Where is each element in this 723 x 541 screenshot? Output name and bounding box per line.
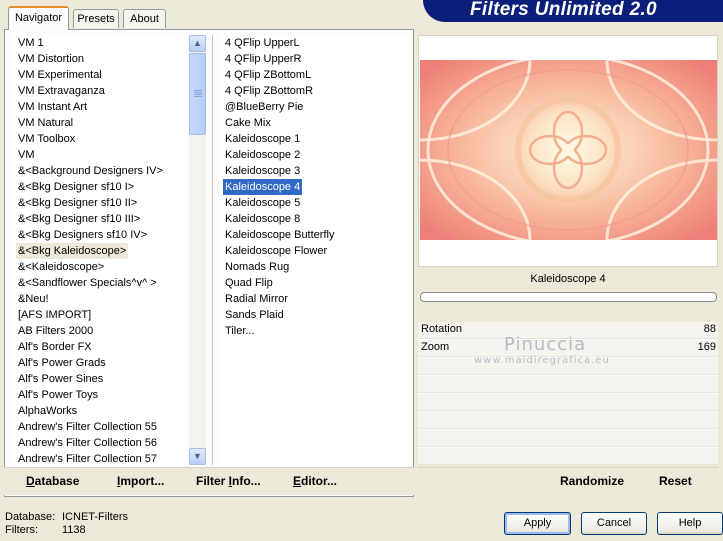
database-label: Database:: [5, 511, 56, 523]
category-item[interactable]: &<Background Designers IV>: [16, 163, 165, 179]
param-label: Rotation: [421, 323, 462, 335]
category-item[interactable]: Alf's Border FX: [16, 339, 94, 355]
filter-item[interactable]: 4 QFlip UpperL: [223, 35, 302, 51]
category-item[interactable]: VM Distortion: [16, 51, 86, 67]
watermark-url: www.maidiregrafica.eu: [474, 355, 610, 366]
category-item[interactable]: VM 1: [16, 35, 46, 51]
filter-item[interactable]: Radial Mirror: [223, 291, 290, 307]
filter-item[interactable]: @BlueBerry Pie: [223, 99, 305, 115]
filter-item[interactable]: 4 QFlip ZBottomR: [223, 83, 315, 99]
filter-item[interactable]: Sands Plaid: [223, 307, 286, 323]
filter-item[interactable]: Kaleidoscope 1: [223, 131, 302, 147]
apply-button[interactable]: Apply: [504, 512, 571, 535]
category-item[interactable]: [AFS IMPORT]: [16, 307, 93, 323]
filter-item[interactable]: Kaleidoscope 3: [223, 163, 302, 179]
category-item[interactable]: Andrew's Filter Collection 57: [16, 451, 159, 467]
category-item[interactable]: AlphaWorks: [16, 403, 79, 419]
filter-item[interactable]: Kaleidoscope 8: [223, 211, 302, 227]
category-item[interactable]: Alf's Power Toys: [16, 387, 100, 403]
category-item[interactable]: Andrew's Filter Collection 55: [16, 419, 159, 435]
filters-count-value: 1138: [62, 524, 86, 536]
param-row-empty: [418, 412, 718, 429]
filter-item[interactable]: Kaleidoscope Flower: [223, 243, 329, 259]
param-value: 169: [697, 341, 716, 353]
watermark-text: Pinuccia: [504, 334, 587, 355]
filter-list[interactable]: 4 QFlip UpperL 4 QFlip UpperR 4 QFlip ZBot…: [220, 35, 410, 465]
category-item[interactable]: VM Extravaganza: [16, 83, 107, 99]
filter-info-button[interactable]: Filter Info...: [196, 474, 261, 488]
category-item[interactable]: VM Experimental: [16, 67, 104, 83]
filter-item[interactable]: Kaleidoscope 4: [221, 178, 304, 196]
tab-navigator[interactable]: Navigator: [8, 6, 69, 30]
scroll-thumb[interactable]: [189, 53, 206, 135]
category-item[interactable]: Alf's Power Sines: [16, 371, 105, 387]
category-item[interactable]: &<Sandflower Specials^v^ >: [16, 275, 159, 291]
param-value: 88: [703, 323, 716, 335]
progress-bar: [420, 292, 717, 302]
category-item[interactable]: VM: [16, 147, 37, 163]
scroll-up-button[interactable]: ▲: [189, 35, 206, 52]
param-row-empty: [418, 394, 718, 411]
filter-item[interactable]: Tiler...: [223, 323, 257, 339]
preview-image: [420, 60, 717, 240]
category-item[interactable]: VM Natural: [16, 115, 75, 131]
editor-button[interactable]: Editor...: [293, 474, 337, 488]
scroll-down-button[interactable]: ▼: [189, 448, 206, 465]
category-item[interactable]: &Neu!: [16, 291, 51, 307]
import-button[interactable]: Import...: [117, 474, 164, 488]
database-button[interactable]: Database: [26, 474, 79, 488]
tab-presets[interactable]: Presets: [73, 9, 119, 28]
app-title: Filters Unlimited 2.0: [470, 0, 657, 20]
filter-item[interactable]: Kaleidoscope 5: [223, 195, 302, 211]
filter-item[interactable]: Cake Mix: [223, 115, 273, 131]
param-row-empty: [418, 448, 718, 465]
randomize-button[interactable]: Randomize: [560, 474, 624, 488]
category-item[interactable]: &<Bkg Designer sf10 I>: [16, 179, 136, 195]
param-label: Zoom: [421, 341, 450, 353]
filter-item[interactable]: Kaleidoscope 2: [223, 147, 302, 163]
filter-item[interactable]: Nomads Rug: [223, 259, 291, 275]
category-item[interactable]: &<Bkg Designer sf10 II>: [16, 195, 139, 211]
help-button[interactable]: Help: [657, 512, 723, 535]
filter-item[interactable]: 4 QFlip UpperR: [223, 51, 303, 67]
category-item[interactable]: AB Filters 2000: [16, 323, 95, 339]
category-item[interactable]: Andrew's Filter Collection 56: [16, 435, 159, 451]
cancel-button[interactable]: Cancel: [581, 512, 647, 535]
category-item[interactable]: Alf's Power Grads: [16, 355, 108, 371]
database-value: ICNET-Filters: [62, 511, 128, 523]
param-row-empty: [418, 430, 718, 447]
category-scrollbar[interactable]: ▲ ▼: [189, 35, 206, 465]
filter-item[interactable]: 4 QFlip ZBottomL: [223, 67, 313, 83]
category-item[interactable]: VM Instant Art: [16, 99, 89, 115]
current-filter-name: Kaleidoscope 4: [418, 268, 718, 290]
category-item[interactable]: &<Bkg Kaleidoscope>: [16, 243, 129, 259]
category-item[interactable]: VM Toolbox: [16, 131, 77, 147]
param-row-empty: [418, 376, 718, 393]
filter-item[interactable]: Kaleidoscope Butterfly: [223, 227, 336, 243]
list-divider: [212, 35, 213, 465]
category-item[interactable]: &<Bkg Designer sf10 III>: [16, 211, 142, 227]
category-item[interactable]: &<Bkg Designers sf10 IV>: [16, 227, 149, 243]
category-list[interactable]: VM 1 VM Distortion VM Experimental VM Extra…: [12, 35, 188, 465]
filter-item[interactable]: Quad Flip: [223, 275, 275, 291]
tab-about[interactable]: About: [123, 9, 166, 28]
filters-count-label: Filters:: [5, 524, 38, 536]
reset-button[interactable]: Reset: [659, 474, 692, 488]
category-item[interactable]: &<Kaleidoscope>: [16, 259, 106, 275]
